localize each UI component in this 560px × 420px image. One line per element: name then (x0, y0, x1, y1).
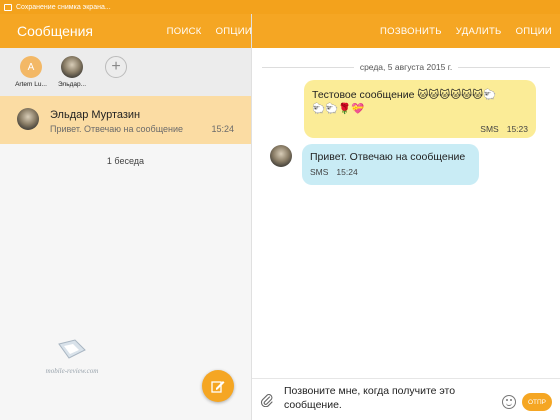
avatar: A (20, 56, 42, 78)
separator-line (262, 66, 354, 68)
options-button[interactable]: ОПЦИИ (216, 26, 252, 37)
thread-preview: Привет. Отвечаю на сообщение (50, 124, 184, 134)
search-button[interactable]: ПОИСК (167, 26, 202, 37)
compose-icon (211, 381, 225, 393)
screenshot-icon (4, 3, 12, 11)
avatar[interactable] (270, 145, 292, 167)
avatar (61, 56, 83, 78)
message-meta: SMS 15:23 (480, 124, 528, 134)
message-body: Тестовое сообщение (312, 89, 415, 101)
input-line: Позвоните мне, когда получите это (284, 385, 456, 397)
incoming-message[interactable]: Привет. Отвечаю на сообщение SMS 15:24 (302, 144, 479, 185)
thread-time: 15:24 (211, 124, 234, 134)
date-separator: среда, 5 августа 2015 г. (262, 62, 551, 72)
status-text: Сохранение снимка экрана... (16, 3, 111, 11)
delete-button[interactable]: УДАЛИТЬ (456, 26, 502, 37)
watermark: mobile-review.com (28, 338, 116, 375)
message-emoji-line: 🐑🐑🌹💝 (312, 103, 365, 115)
message-composer: Позвоните мне, когда получите это сообще… (252, 378, 560, 420)
thread-item[interactable]: Эльдар Муртазин Привет. Отвечаю на сообщ… (0, 96, 251, 144)
messages-appbar: Сообщения ПОИСК ОПЦИИ (0, 14, 252, 48)
watermark-text: mobile-review.com (45, 367, 99, 375)
paperclip-icon[interactable] (260, 393, 274, 407)
contact-name: Эльдар... (57, 81, 87, 88)
watermark-logo-icon (58, 339, 86, 359)
input-line: сообщение. (284, 399, 342, 411)
message-type: SMS (310, 167, 329, 177)
message-time: 15:23 (506, 124, 528, 134)
app-title: Сообщения (17, 23, 93, 39)
conversation-options-button[interactable]: ОПЦИИ (516, 26, 552, 37)
conversation-date: среда, 5 августа 2015 г. (359, 62, 453, 72)
status-bar: Сохранение снимка экрана... (0, 0, 560, 14)
avatar (17, 108, 39, 130)
message-emoji: 🐱🐱🐱🐱🐱🐱🐑 (417, 89, 497, 101)
send-button[interactable]: ОТПР (522, 393, 552, 411)
conversation-pane: среда, 5 августа 2015 г. Тестовое сообще… (252, 48, 560, 378)
message-input[interactable]: Позвоните мне, когда получите это сообще… (284, 384, 494, 412)
thread-count: 1 беседа (106, 156, 145, 166)
call-button[interactable]: ПОЗВОНИТЬ (380, 26, 442, 37)
conversation-appbar: ПОЗВОНИТЬ УДАЛИТЬ ОПЦИИ (252, 14, 560, 48)
message-text: Привет. Отвечаю на сообщение (310, 151, 466, 163)
conversation-list-pane: A Artem Lu... Эльдар... + Эльдар Муртази… (0, 48, 251, 420)
message-text: Тестовое сообщение 🐱🐱🐱🐱🐱🐱🐑 (312, 88, 528, 102)
favorite-contacts: A Artem Lu... Эльдар... + (0, 48, 251, 96)
message-time: 15:24 (336, 167, 358, 177)
compose-button[interactable] (202, 370, 234, 402)
add-contact-button[interactable]: + (93, 56, 139, 78)
separator-line (458, 66, 551, 68)
contact-eldar[interactable]: Эльдар... (49, 56, 95, 88)
emoji-icon[interactable] (502, 395, 516, 409)
contact-name: Artem Lu... (15, 81, 47, 88)
message-type: SMS (480, 124, 499, 134)
message-meta: SMS 15:24 (310, 167, 471, 177)
contact-artem[interactable]: A Artem Lu... (8, 56, 54, 88)
plus-icon: + (105, 56, 127, 78)
outgoing-message[interactable]: Тестовое сообщение 🐱🐱🐱🐱🐱🐱🐑 🐑🐑🌹💝 SMS 15:23 (304, 80, 536, 138)
thread-contact-name: Эльдар Муртазин (50, 109, 141, 121)
